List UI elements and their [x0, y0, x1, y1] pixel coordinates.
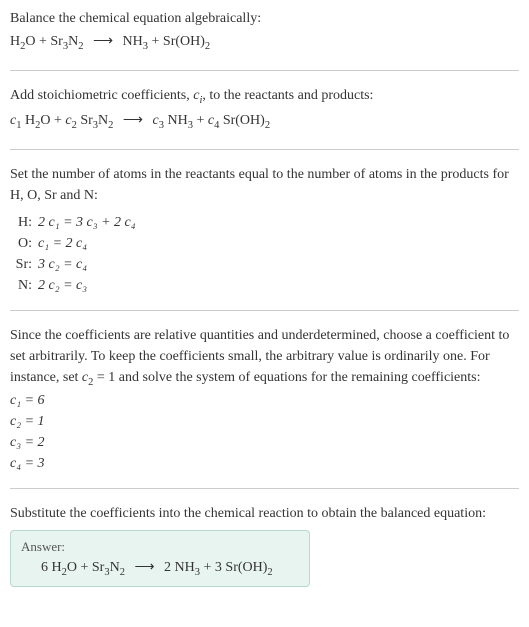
section-solve: Since the coefficients are relative quan…	[10, 325, 519, 490]
lhs-o-sr: O + Sr	[25, 34, 62, 49]
atoms-label-sr: Sr:	[10, 254, 38, 275]
atoms-eq-o: c₁ = 2 c₄	[38, 233, 87, 254]
section-balance-intro: Balance the chemical equation algebraica…	[10, 8, 519, 71]
soln-c1: c₁ = 6	[10, 390, 519, 411]
soln-c2: c₂ = 1	[10, 411, 519, 432]
arrow2: ⟶	[117, 113, 149, 128]
atoms-row-sr: Sr: 3 c₂ = c₄	[10, 254, 519, 275]
a3s: 2	[120, 567, 125, 578]
arrow: ⟶	[87, 34, 119, 49]
t1: H	[21, 113, 35, 128]
section-add-coefficients: Add stoichiometric coefficients, ci, to …	[10, 85, 519, 150]
a4: 2 NH	[164, 560, 195, 575]
soln-c4: c₄ = 3	[10, 453, 519, 474]
coeff-equation: c1 H2O + c2 Sr3N2 ⟶ c3 NH3 + c4 Sr(OH)2	[10, 110, 519, 135]
add-coeff-intro2: , to the reactants and products:	[202, 88, 373, 103]
atoms-eq-n: 2 c₂ = c₃	[38, 275, 87, 296]
atoms-table: H: 2 c₁ = 3 c₃ + 2 c₄ O: c₁ = 2 c₄ Sr: 3…	[10, 212, 519, 296]
solve-intro2: = 1 and solve the system of equations fo…	[93, 370, 480, 385]
t2: Sr	[77, 113, 93, 128]
t3: NH	[164, 113, 188, 128]
t4: Sr(OH)	[219, 113, 265, 128]
t2c: 2	[108, 120, 113, 131]
atoms-row-h: H: 2 c₁ = 3 c₃ + 2 c₄	[10, 212, 519, 233]
a1: 6 H	[41, 560, 62, 575]
rhs-nh: NH	[123, 34, 143, 49]
atom-balance-intro: Set the number of atoms in the reactants…	[10, 164, 519, 206]
a2: O + Sr	[67, 560, 104, 575]
atoms-row-o: O: c₁ = 2 c₄	[10, 233, 519, 254]
atoms-eq-h: 2 c₁ = 3 c₃ + 2 c₄	[38, 212, 136, 233]
t1b: O +	[40, 113, 65, 128]
lhs-n-2: 2	[78, 41, 83, 52]
answer-label: Answer:	[21, 539, 299, 555]
unbalanced-equation: H2O + Sr3N2 ⟶ NH3 + Sr(OH)2	[10, 31, 519, 56]
atoms-eq-sr: 3 c₂ = c₄	[38, 254, 87, 275]
substitute-intro: Substitute the coefficients into the che…	[10, 503, 519, 524]
add-coeff-text: Add stoichiometric coefficients, ci, to …	[10, 85, 519, 109]
answer-box: Answer: 6 H2O + Sr3N2 ⟶ 2 NH3 + 3 Sr(OH)…	[10, 530, 310, 587]
section-atom-balance: Set the number of atoms in the reactants…	[10, 164, 519, 311]
arrow3: ⟶	[128, 560, 160, 575]
atoms-label-o: O:	[10, 233, 38, 254]
atoms-row-n: N: 2 c₂ = c₃	[10, 275, 519, 296]
a5: + 3 Sr(OH)	[200, 560, 267, 575]
atoms-label-h: H:	[10, 212, 38, 233]
a5s: 2	[267, 567, 272, 578]
t2b: N	[98, 113, 108, 128]
balanced-equation: 6 H2O + Sr3N2 ⟶ 2 NH3 + 3 Sr(OH)2	[21, 559, 299, 578]
t3b: +	[193, 113, 208, 128]
a3: N	[110, 560, 120, 575]
soln-c3: c₃ = 2	[10, 432, 519, 453]
t4s: 2	[265, 120, 270, 131]
rhs-sroh-2: 2	[205, 41, 210, 52]
solve-intro: Since the coefficients are relative quan…	[10, 325, 519, 391]
lhs-n: N	[68, 34, 78, 49]
rhs-sroh: + Sr(OH)	[148, 34, 205, 49]
intro-text: Balance the chemical equation algebraica…	[10, 8, 519, 29]
add-coeff-intro1: Add stoichiometric coefficients,	[10, 88, 193, 103]
atoms-label-n: N:	[10, 275, 38, 296]
section-answer: Substitute the coefficients into the che…	[10, 503, 519, 587]
lhs-h2o-h: H	[10, 34, 20, 49]
